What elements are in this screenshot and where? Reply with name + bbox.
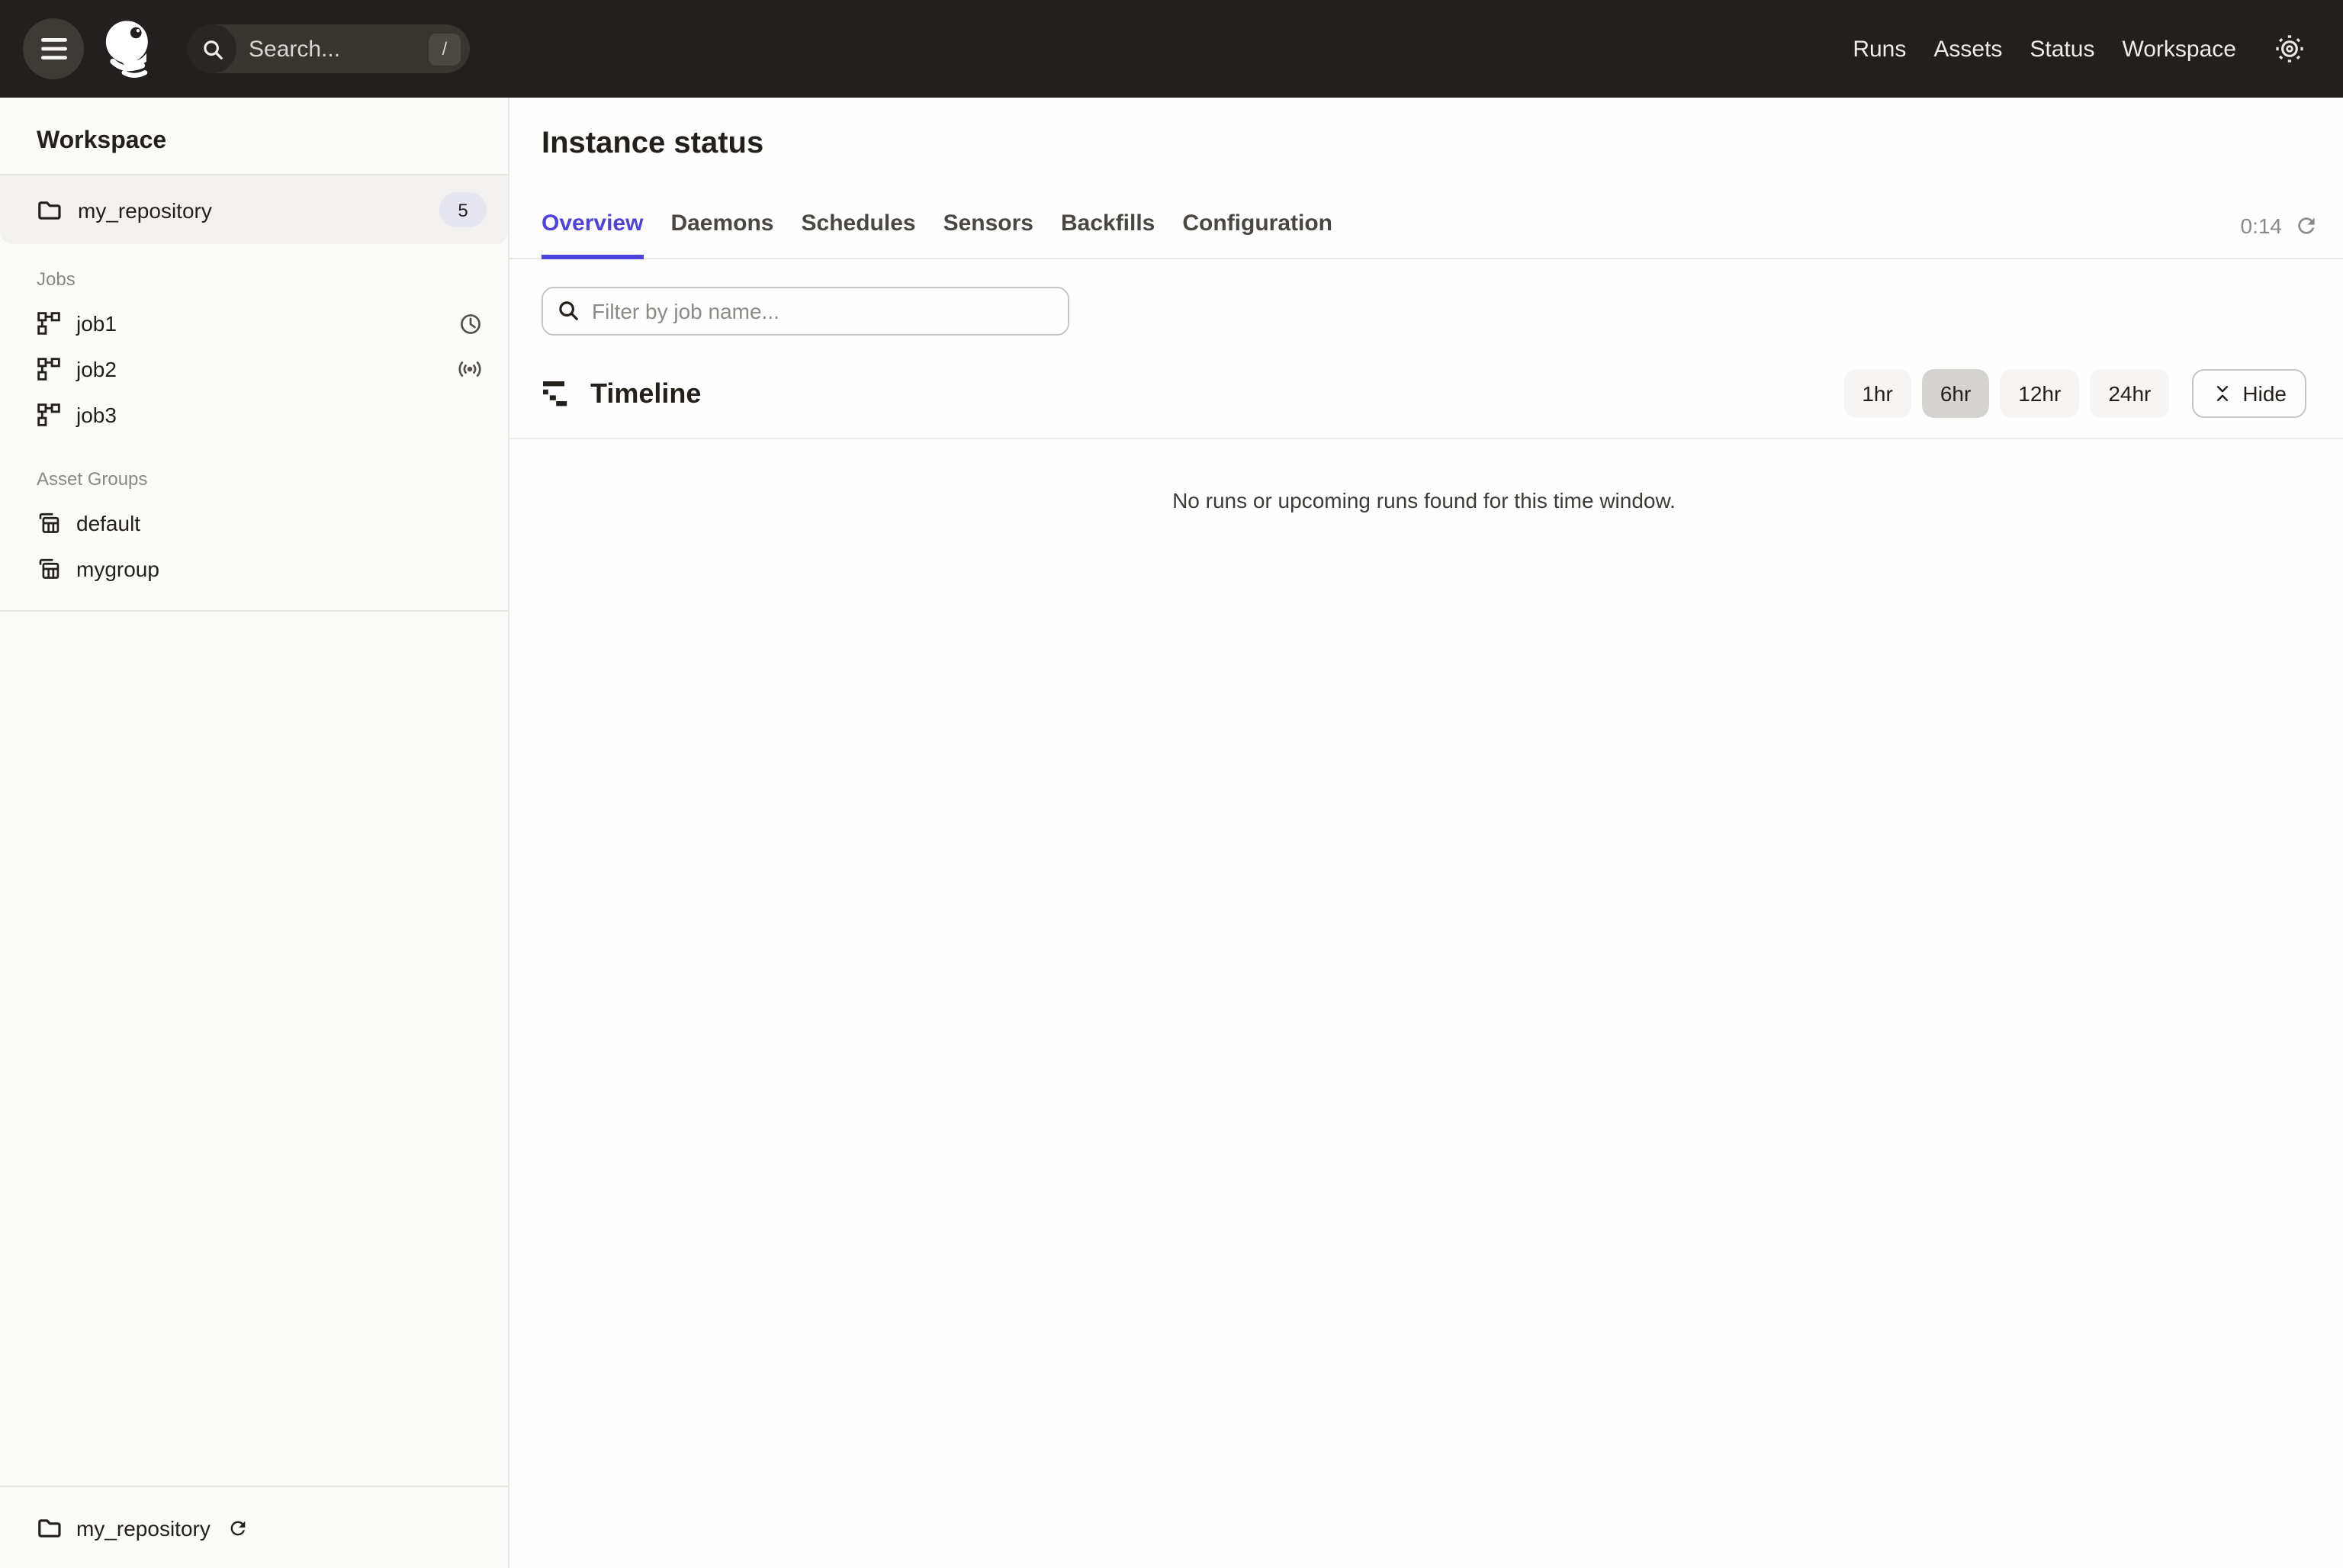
job-icon [37, 311, 61, 336]
sidebar-item-job3[interactable]: job3 [0, 392, 508, 438]
refresh-countdown: 0:14 [2241, 213, 2283, 237]
collapse-icon [2212, 383, 2233, 404]
nav-link-assets[interactable]: Assets [1933, 36, 2002, 62]
range-button-1hr[interactable]: 1hr [1843, 369, 1911, 418]
global-search[interactable]: Search... / [188, 24, 470, 73]
instance-tabs: Overview Daemons Schedules Sensors Backf… [509, 192, 2343, 259]
timeline-title: Timeline [590, 378, 701, 410]
timeline-controls: 1hr 6hr 12hr 24hr Hide [1843, 369, 2306, 418]
gear-icon [2274, 34, 2305, 64]
tab-configuration[interactable]: Configuration [1182, 192, 1332, 258]
job-filter-input[interactable] [542, 287, 1069, 336]
sidebar-item-job2[interactable]: job2 [0, 346, 508, 392]
asset-group-name: default [76, 511, 140, 535]
refresh-now-button[interactable] [2294, 213, 2319, 237]
tab-overview[interactable]: Overview [542, 192, 643, 258]
sidebar-title: Workspace [0, 98, 508, 174]
clock-icon [458, 310, 484, 336]
workspace-sidebar: Workspace my_repository 5 Jobs job1 [0, 98, 509, 1568]
repository-row[interactable]: my_repository 5 [0, 175, 508, 244]
hide-button-label: Hide [2242, 381, 2287, 406]
timeline-title-group: Timeline [542, 378, 701, 410]
auto-refresh-timer: 0:14 [2241, 213, 2319, 237]
range-button-12hr[interactable]: 12hr [2000, 369, 2079, 418]
empty-state-message: No runs or upcoming runs found for this … [542, 488, 2306, 512]
repository-count-badge: 5 [439, 192, 487, 227]
divider [509, 438, 2343, 439]
sensor-icon [456, 355, 484, 383]
refresh-icon [2294, 213, 2319, 237]
asset-group-icon [37, 557, 61, 581]
sidebar-item-group-mygroup[interactable]: mygroup [0, 546, 508, 592]
sidebar-item-group-default[interactable]: default [0, 500, 508, 546]
search-placeholder: Search... [249, 36, 340, 62]
jobs-section-label: Jobs [0, 244, 508, 300]
folder-icon [37, 198, 63, 222]
hamburger-icon [40, 38, 66, 59]
refresh-icon [227, 1517, 249, 1538]
tab-schedules[interactable]: Schedules [802, 192, 916, 258]
main-header: Instance status [509, 98, 2343, 162]
footer-repository-name: my_repository [76, 1515, 211, 1540]
range-button-24hr[interactable]: 24hr [2090, 369, 2169, 418]
app-root: Search... / Runs Assets Status Workspace [0, 0, 2343, 1568]
settings-button[interactable] [2274, 34, 2305, 64]
sidebar-footer-repository[interactable]: my_repository [0, 1486, 508, 1568]
reload-repository-button[interactable] [227, 1517, 249, 1538]
job-name: job2 [76, 357, 117, 381]
asset-groups-section-label: Asset Groups [0, 438, 508, 500]
tab-backfills[interactable]: Backfills [1061, 192, 1155, 258]
search-icon [188, 24, 236, 73]
dagster-logo[interactable] [96, 15, 163, 82]
hide-timeline-button[interactable]: Hide [2192, 369, 2306, 418]
job-icon [37, 357, 61, 381]
gantt-chart-icon [542, 378, 572, 409]
asset-group-icon [37, 511, 61, 535]
nav-link-workspace[interactable]: Workspace [2122, 36, 2236, 62]
page-title: Instance status [542, 125, 2306, 162]
job-icon [37, 403, 61, 427]
nav-link-runs[interactable]: Runs [1853, 36, 1906, 62]
range-button-6hr[interactable]: 6hr [1922, 369, 1989, 418]
asset-group-name: mygroup [76, 557, 159, 581]
timeline-header: Timeline 1hr 6hr 12hr 24hr Hide [542, 369, 2306, 418]
overview-tab-content: Timeline 1hr 6hr 12hr 24hr Hide [509, 259, 2343, 1568]
search-shortcut-key: / [429, 33, 461, 65]
nav-link-status[interactable]: Status [2030, 36, 2094, 62]
instance-status-page: Instance status Overview Daemons Schedul… [509, 98, 2343, 1568]
job-filter [542, 287, 1069, 336]
tab-sensors[interactable]: Sensors [943, 192, 1033, 258]
hamburger-menu-button[interactable] [23, 18, 84, 79]
job-name: job3 [76, 403, 117, 427]
sidebar-item-job1[interactable]: job1 [0, 300, 508, 346]
tab-daemons[interactable]: Daemons [670, 192, 773, 258]
top-nav: Search... / Runs Assets Status Workspace [0, 0, 2343, 98]
top-nav-links: Runs Assets Status Workspace [1853, 34, 2305, 64]
job-name: job1 [76, 311, 117, 336]
sidebar-spacer [0, 612, 508, 1486]
folder-icon [37, 1515, 63, 1540]
repository-name: my_repository [78, 198, 424, 222]
